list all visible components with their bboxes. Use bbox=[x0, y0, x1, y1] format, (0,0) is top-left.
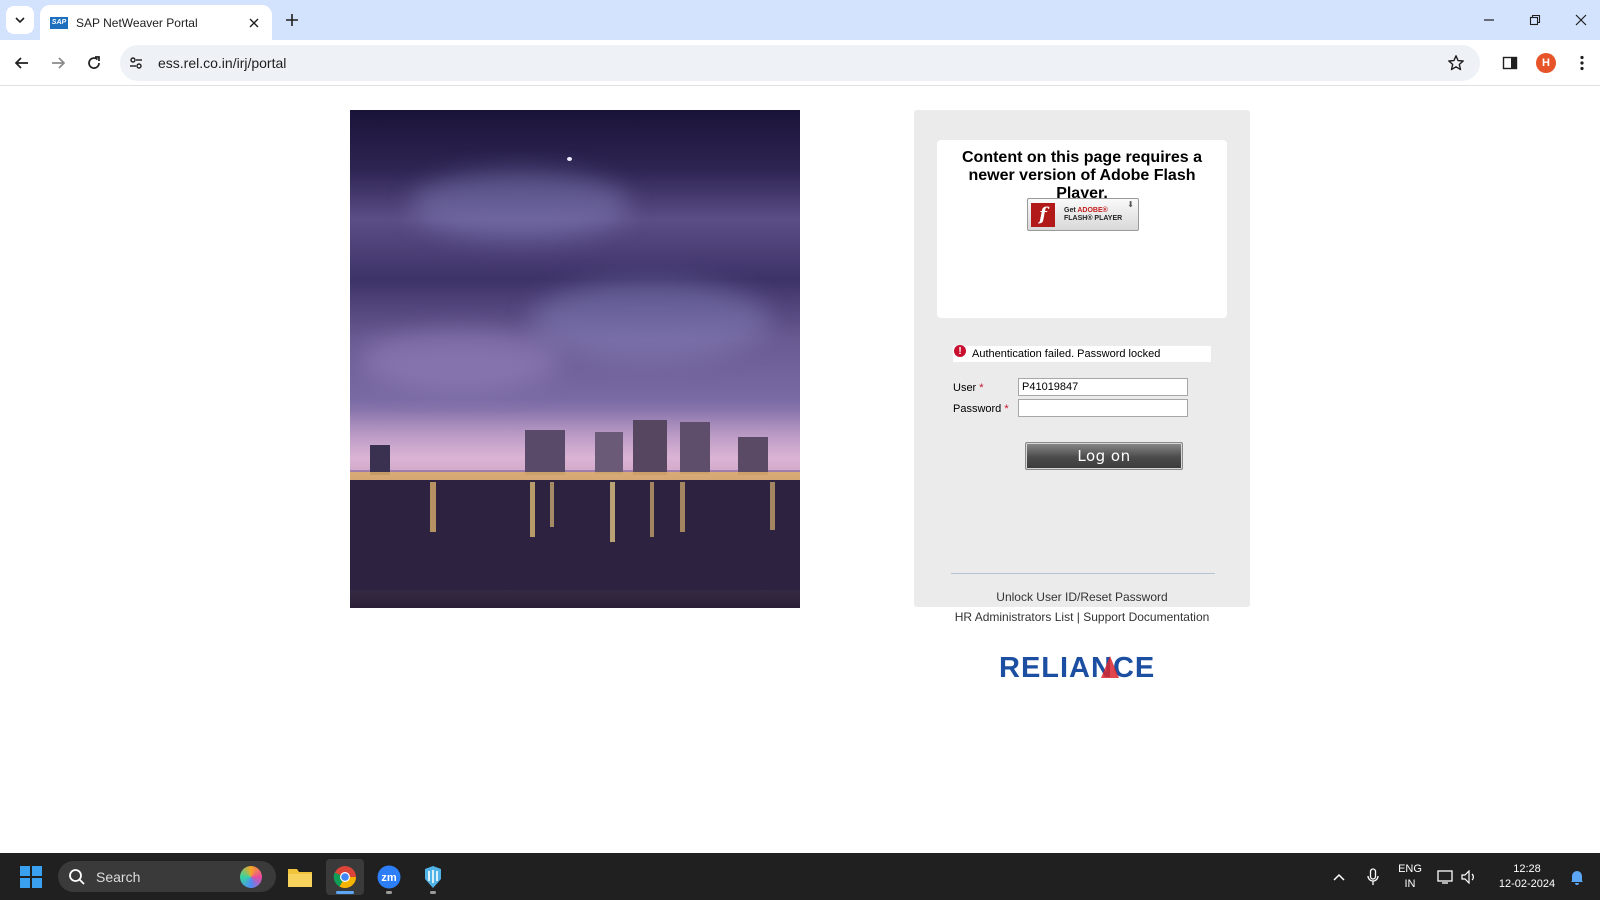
forward-button[interactable] bbox=[44, 49, 72, 77]
file-explorer-app[interactable] bbox=[281, 859, 319, 895]
get-flash-player-button[interactable]: f Get ADOBE® FLASH® PLAYER ⬇ bbox=[1027, 198, 1139, 231]
browser-toolbar: ess.rel.co.in/irj/portal H bbox=[0, 40, 1600, 86]
language-indicator[interactable]: ENG IN bbox=[1392, 853, 1428, 900]
login-panel: Content on this page requires a newer ve… bbox=[914, 110, 1250, 607]
tab-title: SAP NetWeaver Portal bbox=[76, 15, 198, 30]
address-bar[interactable]: ess.rel.co.in/irj/portal bbox=[120, 45, 1480, 81]
required-marker: * bbox=[1004, 403, 1009, 415]
microphone-icon bbox=[1367, 867, 1379, 885]
clock-time: 12:28 bbox=[1513, 862, 1541, 875]
bell-icon bbox=[1571, 870, 1583, 885]
search-icon bbox=[69, 868, 85, 885]
user-input[interactable] bbox=[1018, 378, 1188, 396]
password-label: Password * bbox=[953, 403, 1009, 415]
reliance-logo-graphic: RELIANCE bbox=[999, 652, 1155, 682]
restore-button[interactable] bbox=[1512, 0, 1558, 40]
search-placeholder: Search bbox=[96, 868, 141, 885]
folder-icon bbox=[288, 869, 312, 887]
svg-text:zm: zm bbox=[381, 872, 397, 884]
side-panel-button[interactable] bbox=[1496, 49, 1524, 77]
error-icon: ! bbox=[954, 345, 966, 357]
show-hidden-icons-button[interactable] bbox=[1326, 853, 1352, 900]
pinned-app[interactable] bbox=[414, 859, 452, 895]
flash-notice-box: Content on this page requires a newer ve… bbox=[937, 140, 1227, 318]
close-icon bbox=[249, 18, 259, 27]
arrow-right-icon bbox=[52, 57, 66, 69]
city-skyline-photo bbox=[350, 110, 800, 608]
svg-text:RELIANCE: RELIANCE bbox=[999, 652, 1155, 682]
password-input[interactable] bbox=[1018, 399, 1188, 417]
sap-favicon-icon: SAP bbox=[50, 16, 68, 29]
browser-tabbar: SAP SAP NetWeaver Portal bbox=[0, 0, 1600, 40]
browser-menu-button[interactable] bbox=[1568, 49, 1596, 77]
divider bbox=[951, 573, 1215, 574]
side-panel-icon bbox=[1502, 56, 1518, 70]
flash-logo-icon: f bbox=[1031, 202, 1055, 227]
user-label: User * bbox=[953, 382, 984, 394]
copilot-icon bbox=[240, 865, 262, 888]
hr-administrators-link[interactable]: HR Administrators List bbox=[955, 610, 1074, 624]
clock[interactable]: 12:28 12-02-2024 bbox=[1490, 853, 1564, 900]
new-tab-button[interactable] bbox=[280, 8, 304, 32]
close-icon bbox=[1575, 14, 1587, 26]
arrow-left-icon bbox=[14, 57, 28, 69]
chevron-down-icon bbox=[15, 17, 25, 24]
unlock-user-link[interactable]: Unlock User ID/Reset Password bbox=[914, 590, 1250, 604]
tab-sap-portal[interactable]: SAP SAP NetWeaver Portal bbox=[40, 5, 272, 40]
close-window-button[interactable] bbox=[1558, 0, 1600, 40]
avatar: H bbox=[1536, 53, 1556, 73]
url-text[interactable]: ess.rel.co.in/irj/portal bbox=[158, 55, 1442, 71]
clock-date: 12-02-2024 bbox=[1498, 877, 1556, 890]
star-icon bbox=[1448, 55, 1464, 71]
chrome-app[interactable] bbox=[326, 859, 364, 895]
bookmark-button[interactable] bbox=[1442, 49, 1470, 77]
reload-icon bbox=[88, 56, 100, 69]
restore-icon bbox=[1529, 14, 1541, 26]
volume-button[interactable] bbox=[1458, 853, 1480, 900]
minimize-button[interactable] bbox=[1466, 0, 1512, 40]
app-icon bbox=[425, 866, 441, 888]
moon bbox=[567, 157, 572, 161]
speaker-icon bbox=[1461, 869, 1474, 884]
reliance-logo: RELIANCE bbox=[914, 650, 1250, 682]
more-vert-icon bbox=[1580, 55, 1584, 71]
tune-icon bbox=[130, 57, 142, 69]
error-message: Authentication failed. Password locked bbox=[972, 348, 1161, 360]
zoom-app[interactable]: zm bbox=[370, 859, 408, 895]
support-documentation-link[interactable]: Support Documentation bbox=[1083, 610, 1209, 624]
start-button[interactable] bbox=[20, 866, 42, 888]
minimize-icon bbox=[1484, 19, 1494, 21]
notifications-button[interactable] bbox=[1566, 853, 1588, 900]
back-button[interactable] bbox=[8, 49, 36, 77]
profile-button[interactable]: H bbox=[1532, 49, 1560, 77]
link-separator: | bbox=[1076, 610, 1080, 624]
taskbar-search[interactable]: Search bbox=[58, 861, 276, 892]
tab-close-button[interactable] bbox=[246, 15, 262, 31]
flash-button-text: Get ADOBE® FLASH® PLAYER bbox=[1064, 206, 1123, 222]
plus-icon bbox=[286, 14, 298, 26]
error-message-row: ! Authentication failed. Password locked bbox=[953, 345, 1211, 362]
logon-button[interactable]: Log on bbox=[1025, 442, 1183, 470]
microphone-button[interactable] bbox=[1360, 853, 1386, 900]
tab-search-button[interactable] bbox=[6, 6, 34, 34]
chrome-icon bbox=[333, 866, 356, 888]
zoom-icon: zm bbox=[377, 865, 401, 889]
download-arrow-icon: ⬇ bbox=[1127, 200, 1134, 209]
footer-links: HR Administrators List | Support Documen… bbox=[914, 610, 1250, 624]
network-icon bbox=[1437, 869, 1453, 884]
reload-button[interactable] bbox=[80, 49, 108, 77]
taskbar: Search zm ENG IN 12:28 12-02-2024 bbox=[0, 853, 1600, 900]
flash-message: Content on this page requires a newer ve… bbox=[961, 149, 1203, 202]
network-button[interactable] bbox=[1434, 853, 1458, 900]
skyline-graphic bbox=[350, 410, 800, 590]
required-marker: * bbox=[979, 382, 984, 394]
chevron-up-icon bbox=[1333, 873, 1345, 881]
site-info-button[interactable] bbox=[122, 49, 150, 77]
